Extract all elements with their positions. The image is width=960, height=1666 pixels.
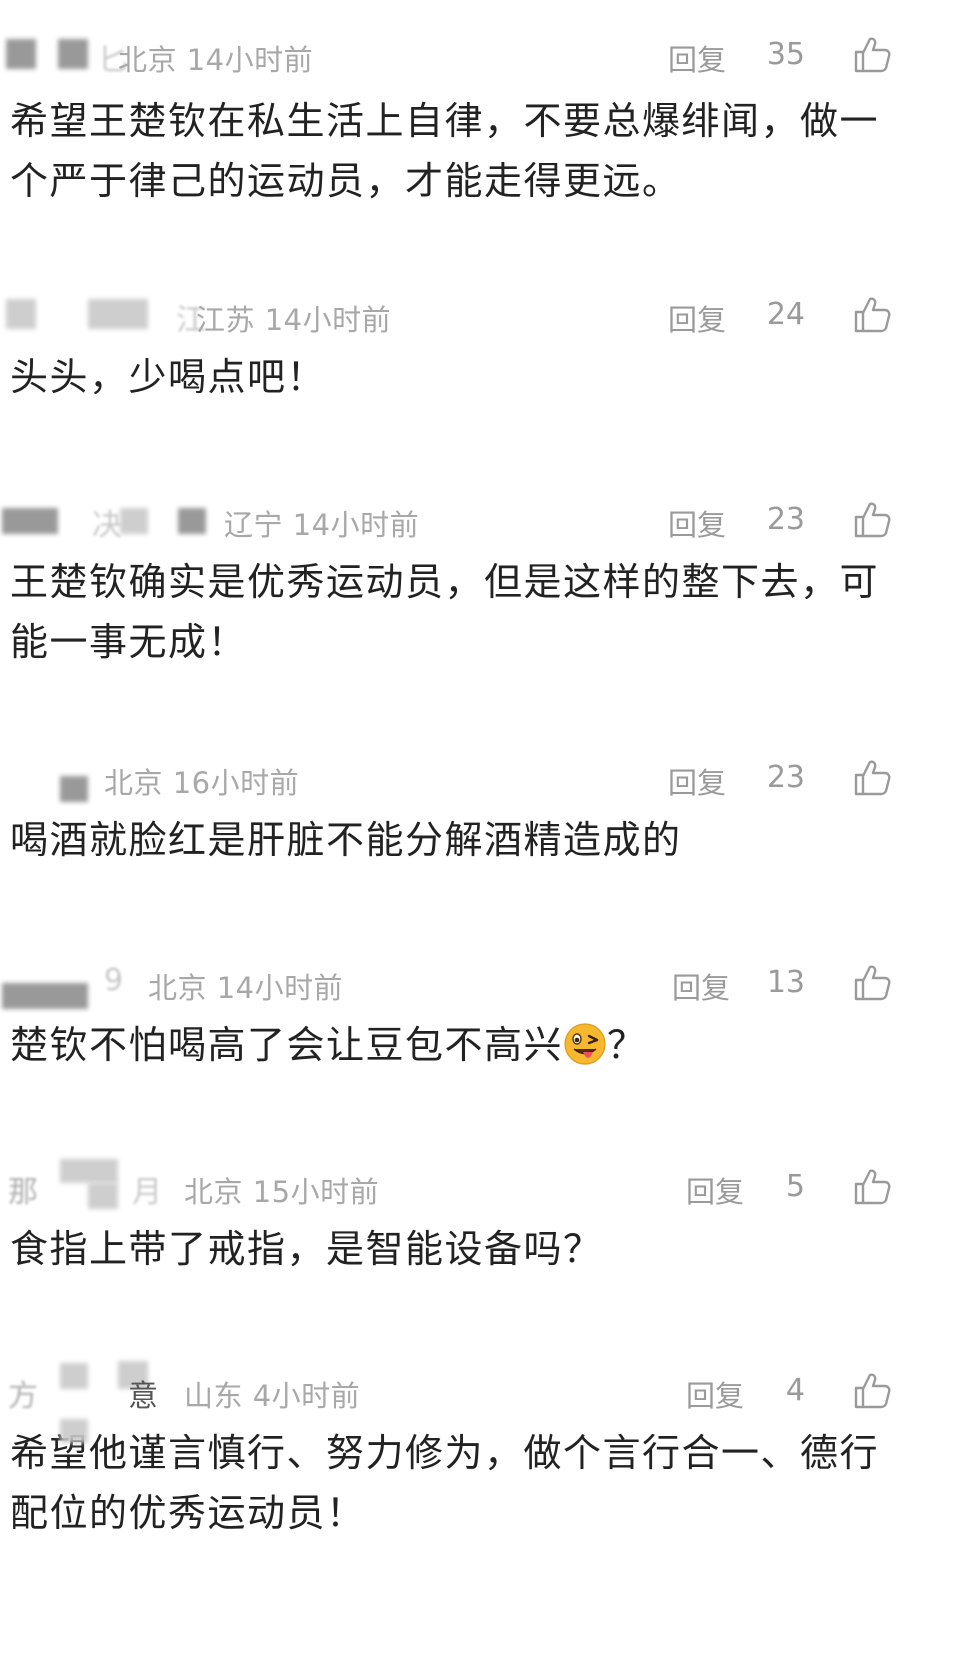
- avatar[interactable]: [2, 983, 88, 1009]
- avatar[interactable]: [60, 776, 88, 802]
- reply-button[interactable]: 回复: [668, 760, 726, 802]
- username-blurred[interactable]: [120, 508, 148, 534]
- comment-list: 匕 北京 14小时前 回复 35 希望王楚钦在私生活上自律，不要总爆绯闻，做一个…: [0, 0, 960, 1666]
- like-count: 13: [766, 965, 805, 1000]
- comment-item: 匕 北京 14小时前 回复 35 希望王楚钦在私生活上自律，不要总爆绯闻，做一个…: [0, 25, 960, 211]
- username-blurred-2[interactable]: [178, 508, 206, 534]
- reply-button[interactable]: 回复: [668, 37, 726, 79]
- comment-text: 希望他谨言慎行、努力修为，做个言行合一、德行配位的优秀运动员！: [10, 1431, 880, 1535]
- like-count: 23: [766, 760, 805, 795]
- username-fragment: 方: [8, 1379, 38, 1414]
- comment-text: 喝酒就脸红是肝脏不能分解酒精造成的: [10, 818, 682, 862]
- reply-button[interactable]: 回复: [672, 965, 730, 1007]
- comment-location-time: 江苏 14小时前: [196, 303, 392, 337]
- comment-item: 9 北京 14小时前 回复 13 楚钦不怕喝高了会让豆包不高兴 ？: [0, 953, 960, 1075]
- comment-item: 北京 16小时前 回复 23 喝酒就脸红是肝脏不能分解酒精造成的: [0, 748, 960, 870]
- comment-text: 希望王楚钦在私生活上自律，不要总爆绯闻，做一个严于律己的运动员，才能走得更远。: [10, 99, 880, 203]
- username-blurred-2[interactable]: [60, 1419, 88, 1443]
- comment-item: 那 月 北京 15小时前 回复 5 食指上带了戒指，是智能设备吗？: [0, 1157, 960, 1279]
- comment-meta: 匕 北京 14小时前 回复 35: [0, 25, 960, 81]
- comment-meta: 决 辽宁 14小时前 回复 23: [0, 490, 960, 546]
- comment-location-time: 北京 15小时前: [184, 1175, 380, 1209]
- comment-location-time: 辽宁 14小时前: [224, 508, 420, 542]
- username-fragment: 决: [92, 508, 122, 543]
- thumbs-up-icon[interactable]: [852, 963, 892, 1003]
- comment-text: 头头，少喝点吧！: [10, 355, 327, 399]
- reply-button[interactable]: 回复: [686, 1169, 744, 1211]
- comment-text: 王楚钦确实是优秀运动员，但是这样的整下去，可能一事无成！: [10, 560, 880, 664]
- comment-text-part: 楚钦不怕喝高了会让豆包不高兴: [10, 1023, 564, 1067]
- username-fragment-2: 月: [132, 1175, 162, 1210]
- like-count: 35: [766, 37, 805, 72]
- comment-meta: 北京 16小时前 回复 23: [0, 748, 960, 804]
- like-count: 5: [785, 1169, 805, 1204]
- reply-button[interactable]: 回复: [668, 502, 726, 544]
- comment-item: 决 辽宁 14小时前 回复 23 王楚钦确实是优秀运动员，但是这样的整下去，可能…: [0, 490, 960, 672]
- thumbs-up-icon[interactable]: [852, 1371, 892, 1411]
- comment-location-time: 山东 4小时前: [184, 1379, 361, 1413]
- username-fragment-2: 意: [128, 1379, 158, 1414]
- reply-button[interactable]: 回复: [668, 297, 726, 339]
- avatar[interactable]: [60, 1159, 118, 1183]
- avatar[interactable]: [6, 299, 36, 329]
- comment-text: 楚钦不怕喝高了会让豆包不高兴 ？: [0, 1015, 960, 1075]
- thumbs-up-icon[interactable]: [852, 295, 892, 335]
- comment-meta: 那 月 北京 15小时前 回复 5: [0, 1157, 960, 1213]
- thumbs-up-icon[interactable]: [852, 1167, 892, 1207]
- like-count: 4: [785, 1373, 805, 1408]
- username-fragment: 9: [104, 963, 124, 998]
- comment-location-time: 北京 16小时前: [104, 766, 300, 800]
- comment-location-time: 北京 14小时前: [118, 43, 314, 77]
- thumbs-up-icon[interactable]: [852, 758, 892, 798]
- winking-face-with-tongue-icon: [564, 1023, 606, 1065]
- username-fragment: 那: [8, 1175, 38, 1210]
- like-count: 24: [766, 297, 805, 332]
- like-count: 23: [766, 502, 805, 537]
- comment-meta: 方 意 山东 4小时前 回复 4: [0, 1361, 960, 1443]
- comment-text: 食指上带了戒指，是智能设备吗？: [10, 1227, 603, 1271]
- comment-location-time: 北京 14小时前: [148, 971, 344, 1005]
- comment-text-part: ？: [607, 1023, 647, 1067]
- comment-item: 江 江苏 14小时前 回复 24 头头，少喝点吧！: [0, 285, 960, 407]
- comment-item: 方 意 山东 4小时前 回复 4 希望他谨言慎行、努力修为，做个言行合一、德行配…: [0, 1361, 960, 1543]
- comment-meta: 9 北京 14小时前 回复 13: [0, 953, 960, 1009]
- thumbs-up-icon[interactable]: [852, 500, 892, 540]
- thumbs-up-icon[interactable]: [852, 35, 892, 75]
- comment-meta: 江 江苏 14小时前 回复 24: [0, 285, 960, 341]
- reply-button[interactable]: 回复: [686, 1373, 744, 1415]
- avatar[interactable]: [6, 39, 36, 69]
- avatar[interactable]: [60, 1363, 88, 1389]
- username-blurred[interactable]: [88, 1183, 118, 1209]
- avatar[interactable]: [2, 508, 58, 534]
- username-blurred[interactable]: [88, 299, 148, 329]
- username-blurred[interactable]: [58, 39, 88, 69]
